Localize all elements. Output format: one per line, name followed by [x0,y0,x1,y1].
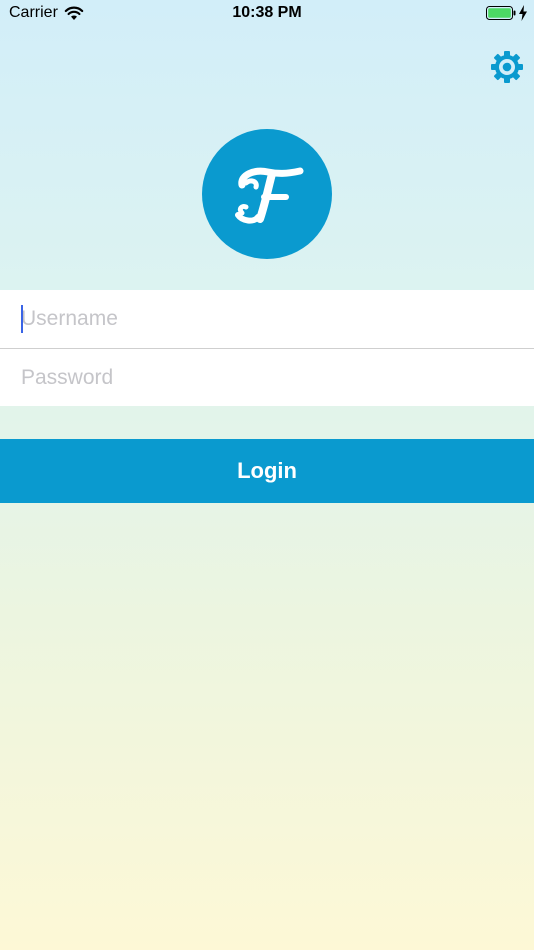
status-bar: Carrier 10:38 PM [0,0,534,28]
app-logo-icon [235,167,304,224]
username-input[interactable] [21,290,511,348]
password-row [0,348,534,407]
gear-icon[interactable] [490,50,524,84]
charging-bolt-icon [519,5,527,21]
battery-icon [486,6,516,20]
app-logo [202,129,332,259]
clock: 10:38 PM [232,4,302,21]
text-caret [21,305,23,333]
login-form [0,290,534,407]
username-row [0,290,534,348]
password-input[interactable] [21,349,511,407]
login-button[interactable]: Login [0,439,534,503]
